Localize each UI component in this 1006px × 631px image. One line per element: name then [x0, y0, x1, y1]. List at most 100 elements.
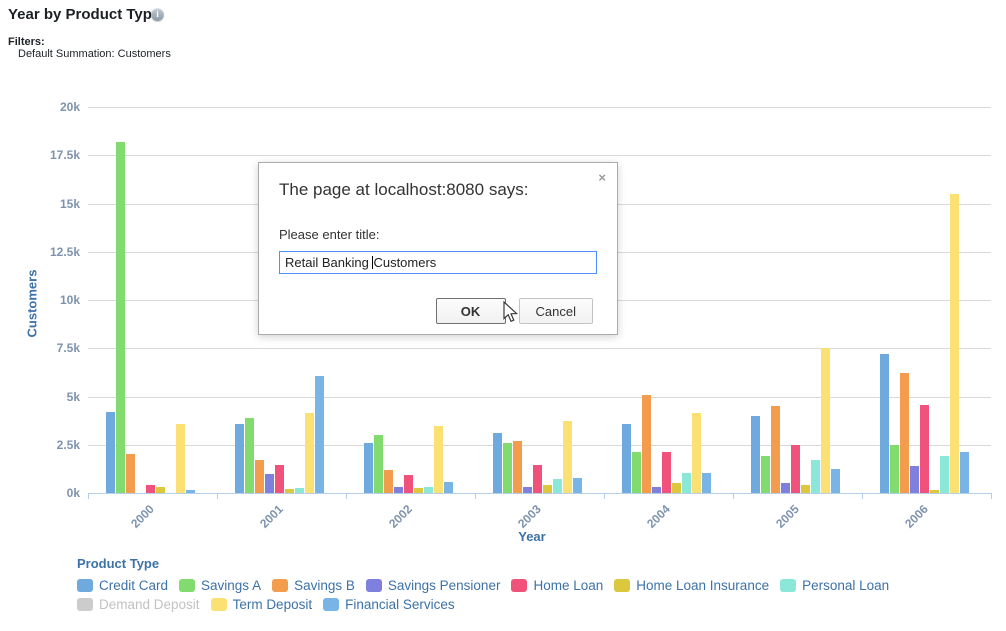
bar-home-loan-insurance-2006[interactable] — [930, 490, 939, 493]
page: Year by Product Type i Filters: Default … — [0, 0, 1006, 631]
bar-financial-services-2005[interactable] — [831, 469, 840, 493]
bar-credit-card-2001[interactable] — [235, 424, 244, 493]
legend-item-savings-b[interactable]: Savings B — [272, 578, 355, 593]
x-axis-tick-label: 2005 — [746, 502, 801, 557]
input-text-before-caret: Retail Banking — [285, 255, 372, 270]
legend-item-home-loan-insurance[interactable]: Home Loan Insurance — [614, 578, 769, 593]
gridline — [88, 107, 991, 108]
bar-home-loan-insurance-2004[interactable] — [672, 483, 681, 493]
bar-home-loan-insurance-2000[interactable] — [156, 487, 165, 493]
bar-financial-services-2006[interactable] — [960, 452, 969, 493]
bar-savings-b-2002[interactable] — [384, 470, 393, 493]
bar-home-loan-2005[interactable] — [791, 445, 800, 493]
bar-savings-pensioner-2006[interactable] — [910, 466, 919, 493]
cancel-button[interactable]: Cancel — [519, 298, 593, 324]
axis-tick — [217, 494, 218, 499]
bar-savings-a-2005[interactable] — [761, 456, 770, 493]
close-icon[interactable]: × — [598, 171, 606, 184]
legend-item-demand-deposit[interactable]: Demand Deposit — [77, 597, 200, 612]
legend-label: Demand Deposit — [99, 597, 200, 612]
y-axis-tick-label: 0k — [8, 486, 80, 500]
legend-item-savings-pensioner[interactable]: Savings Pensioner — [366, 578, 501, 593]
bar-home-loan-2000[interactable] — [146, 485, 155, 493]
title-input[interactable]: Retail Banking Customers — [279, 251, 597, 274]
bar-term-deposit-2003[interactable] — [563, 421, 572, 493]
bar-savings-b-2004[interactable] — [642, 395, 651, 493]
bar-savings-pensioner-2005[interactable] — [781, 483, 790, 493]
bar-home-loan-2004[interactable] — [662, 452, 671, 493]
legend-label: Term Deposit — [233, 597, 313, 612]
bar-savings-a-2006[interactable] — [890, 445, 899, 493]
bar-financial-services-2000[interactable] — [186, 490, 195, 493]
legend-item-home-loan[interactable]: Home Loan — [511, 578, 603, 593]
bar-personal-loan-2002[interactable] — [424, 487, 433, 493]
bar-credit-card-2000[interactable] — [106, 412, 115, 493]
bar-credit-card-2006[interactable] — [880, 354, 889, 493]
bar-home-loan-insurance-2001[interactable] — [285, 489, 294, 493]
bar-savings-a-2001[interactable] — [245, 418, 254, 493]
bar-term-deposit-2000[interactable] — [176, 424, 185, 493]
dialog-prompt-label: Please enter title: — [279, 227, 597, 242]
bar-savings-a-2004[interactable] — [632, 452, 641, 493]
bar-term-deposit-2005[interactable] — [821, 348, 830, 493]
legend-swatch — [77, 579, 93, 592]
bar-term-deposit-2001[interactable] — [305, 413, 314, 493]
bar-savings-a-2002[interactable] — [374, 435, 383, 493]
legend-swatch — [366, 579, 382, 592]
bar-savings-pensioner-2001[interactable] — [265, 474, 274, 493]
bar-financial-services-2001[interactable] — [315, 376, 324, 493]
legend-item-financial-services[interactable]: Financial Services — [323, 597, 455, 612]
bar-home-loan-2003[interactable] — [533, 465, 542, 493]
legend-items: Credit Card Savings A Savings B Savings Pen… — [77, 578, 983, 612]
legend-label: Home Loan Insurance — [636, 578, 769, 593]
axis-tick — [475, 494, 476, 499]
x-axis-tick-label: 2000 — [101, 502, 156, 557]
bar-savings-pensioner-2004[interactable] — [652, 487, 661, 493]
bar-personal-loan-2004[interactable] — [682, 473, 691, 493]
bar-home-loan-2006[interactable] — [920, 405, 929, 493]
bar-savings-a-2000[interactable] — [116, 142, 125, 493]
bar-savings-b-2003[interactable] — [513, 441, 522, 493]
bar-savings-pensioner-2002[interactable] — [394, 487, 403, 493]
legend-swatch — [323, 598, 339, 611]
bar-savings-b-2005[interactable] — [771, 406, 780, 493]
bar-term-deposit-2006[interactable] — [950, 194, 959, 493]
bar-savings-b-2000[interactable] — [126, 454, 135, 493]
legend-label: Financial Services — [345, 597, 455, 612]
x-axis-tick-label: 2006 — [875, 502, 930, 557]
bar-financial-services-2003[interactable] — [573, 478, 582, 493]
legend-label: Savings A — [201, 578, 261, 593]
bar-personal-loan-2001[interactable] — [295, 488, 304, 493]
axis-tick — [346, 494, 347, 499]
axis-tick — [88, 494, 89, 499]
bar-savings-b-2001[interactable] — [255, 460, 264, 493]
bar-credit-card-2003[interactable] — [493, 433, 502, 493]
bar-home-loan-2001[interactable] — [275, 465, 284, 493]
legend-item-credit-card[interactable]: Credit Card — [77, 578, 168, 593]
legend-item-personal-loan[interactable]: Personal Loan — [780, 578, 889, 593]
bar-home-loan-insurance-2002[interactable] — [414, 488, 423, 493]
gridline — [88, 348, 991, 349]
bar-home-loan-insurance-2003[interactable] — [543, 485, 552, 493]
ok-button[interactable]: OK — [436, 298, 506, 324]
bar-savings-b-2006[interactable] — [900, 373, 909, 493]
bar-financial-services-2002[interactable] — [444, 482, 453, 493]
bar-savings-pensioner-2003[interactable] — [523, 487, 532, 493]
bar-credit-card-2005[interactable] — [751, 416, 760, 493]
bar-credit-card-2002[interactable] — [364, 443, 373, 493]
bar-personal-loan-2003[interactable] — [553, 479, 562, 493]
bar-term-deposit-2002[interactable] — [434, 426, 443, 493]
bar-home-loan-insurance-2005[interactable] — [801, 485, 810, 493]
legend-item-savings-a[interactable]: Savings A — [179, 578, 261, 593]
legend-title: Product Type — [77, 556, 983, 571]
bar-term-deposit-2004[interactable] — [692, 413, 701, 493]
bar-personal-loan-2005[interactable] — [811, 460, 820, 493]
legend-item-term-deposit[interactable]: Term Deposit — [211, 597, 313, 612]
input-text-after-caret: Customers — [373, 255, 436, 270]
bar-savings-a-2003[interactable] — [503, 443, 512, 493]
bar-credit-card-2004[interactable] — [622, 424, 631, 493]
bar-personal-loan-2006[interactable] — [940, 456, 949, 493]
bar-financial-services-2004[interactable] — [702, 473, 711, 493]
axis-tick — [733, 494, 734, 499]
bar-home-loan-2002[interactable] — [404, 475, 413, 493]
